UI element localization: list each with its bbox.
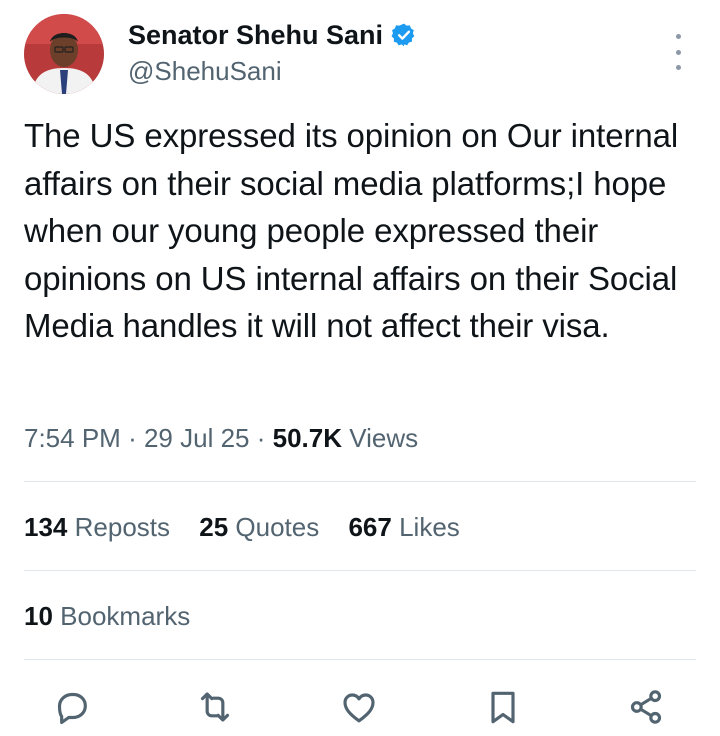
quotes-stat[interactable]: 25 Quotes (199, 507, 319, 547)
user-handle[interactable]: @ShehuSani (128, 54, 417, 88)
reposts-count: 134 (24, 512, 68, 542)
reposts-label: Reposts (74, 512, 171, 542)
likes-label: Likes (399, 512, 460, 542)
repost-icon[interactable] (190, 682, 240, 732)
engagement-stats: 134 Reposts 25 Quotes 667 Likes (24, 507, 482, 547)
display-name-text[interactable]: Senator Shehu Sani (128, 18, 383, 52)
likes-stat[interactable]: 667 Likes (348, 507, 459, 547)
bookmarks-row: 10 Bookmarks (24, 596, 212, 636)
action-bar (0, 682, 720, 736)
avatar[interactable] (24, 14, 104, 94)
tweet-header: Senator Shehu Sani @ShehuSani (24, 14, 696, 98)
reposts-stat[interactable]: 134 Reposts (24, 507, 170, 547)
tweet-text: The US expressed its opinion on Our inte… (24, 117, 688, 344)
meta-separator: · (128, 423, 137, 453)
bookmarks-label: Bookmarks (60, 601, 191, 631)
tweet-meta: 7:54 PM · 29 Jul 25 · 50.7K Views (24, 418, 418, 458)
bookmark-icon[interactable] (478, 682, 528, 732)
meta-separator: · (256, 423, 266, 453)
likes-count: 667 (348, 512, 392, 542)
views-count: 50.7K (272, 423, 343, 453)
reply-icon[interactable] (47, 682, 97, 732)
like-icon[interactable] (334, 682, 384, 732)
bookmarks-count: 10 (24, 601, 53, 631)
display-name[interactable]: Senator Shehu Sani (128, 18, 417, 52)
quotes-count: 25 (199, 512, 229, 542)
more-options-icon[interactable] (668, 34, 688, 70)
divider (24, 659, 696, 660)
share-icon[interactable] (621, 682, 671, 732)
bookmarks-stat[interactable]: 10 Bookmarks (24, 596, 190, 636)
views-label: Views (349, 423, 419, 453)
divider (24, 481, 696, 482)
divider (24, 570, 696, 571)
verified-badge-icon[interactable] (391, 22, 417, 48)
quotes-label: Quotes (235, 512, 320, 542)
tweet-date[interactable]: 29 Jul 25 (144, 423, 250, 453)
tweet-time[interactable]: 7:54 PM (24, 423, 121, 453)
